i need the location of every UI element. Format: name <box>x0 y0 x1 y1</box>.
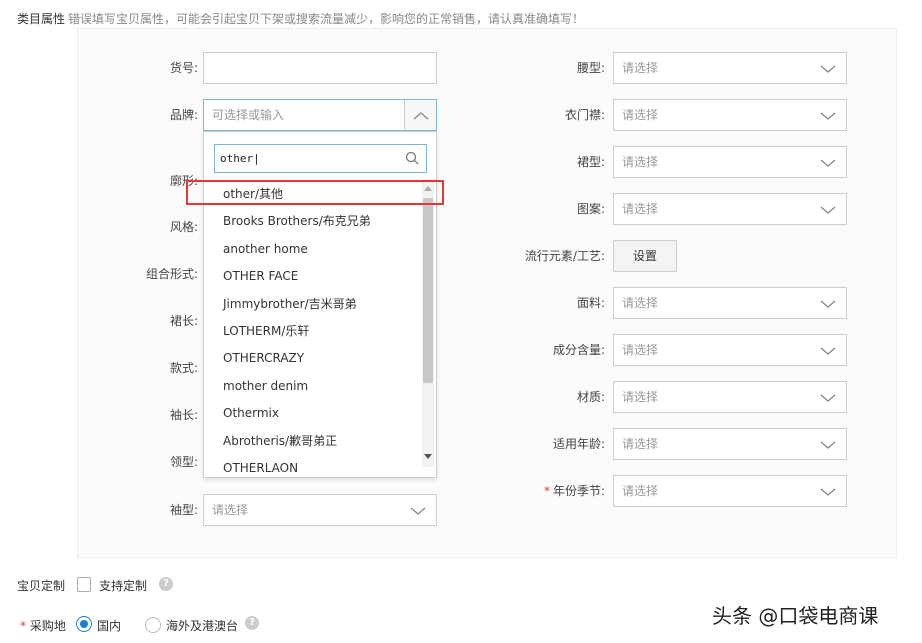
watermark: 头条 @口袋电商课 <box>712 604 879 628</box>
select-placeholder: 请选择 <box>622 202 659 216</box>
attribute-select[interactable]: 请选择 <box>613 428 847 460</box>
field-label: 材质: <box>576 390 605 404</box>
attribute-select[interactable]: 请选择 <box>613 193 847 225</box>
chevron-down-icon <box>820 159 836 167</box>
select-placeholder: 请选择 <box>622 155 659 169</box>
attribute-select[interactable]: 请选择 <box>613 334 847 366</box>
field-label: 适用年龄: <box>552 437 605 451</box>
brand-toggle[interactable] <box>404 100 436 130</box>
attribute-select[interactable]: 请选择 <box>613 52 847 84</box>
field-label: 面料: <box>576 296 605 310</box>
brand-option[interactable]: Othermix <box>223 400 279 427</box>
attribute-select[interactable]: 请选择 <box>613 475 847 507</box>
brand-search-input[interactable]: other| <box>214 144 427 173</box>
field-label: 袖长: <box>169 408 198 422</box>
field-label: 领型: <box>169 455 198 469</box>
field-label: 廓形: <box>169 174 198 188</box>
scroll-down-icon[interactable] <box>424 454 432 459</box>
field-label: 裙型: <box>576 155 605 169</box>
field-label: 衣门襟: <box>564 108 605 122</box>
section-label: 类目属性 <box>17 12 66 26</box>
field-label: 货号: <box>169 61 198 75</box>
chevron-down-icon <box>820 394 836 402</box>
field-label: 品牌: <box>169 108 198 122</box>
attribute-select[interactable]: 请选择 <box>613 146 847 178</box>
radio-overseas-label: 海外及港澳台 <box>166 619 239 633</box>
brand-option[interactable]: OTHERCRAZY <box>223 345 304 372</box>
field-label: 组合形式: <box>145 267 198 281</box>
chevron-down-icon <box>820 300 836 308</box>
select-placeholder: 请选择 <box>622 437 659 451</box>
search-icon <box>405 151 419 165</box>
radio-domestic[interactable] <box>76 616 92 632</box>
brand-option[interactable]: LOTHERM/乐轩 <box>223 318 309 345</box>
customize-label: 宝贝定制 <box>17 579 66 593</box>
chevron-down-icon <box>820 65 836 73</box>
select-placeholder: 请选择 <box>622 343 659 357</box>
chevron-down-icon <box>820 441 836 449</box>
chevron-up-icon <box>413 112 429 120</box>
item-number-input[interactable] <box>203 52 437 84</box>
brand-option[interactable]: mother denim <box>223 373 308 400</box>
chevron-down-icon <box>410 507 426 515</box>
chevron-down-icon <box>820 112 836 120</box>
brand-placeholder: 可选择或输入 <box>212 108 285 122</box>
required-mark: * <box>20 619 26 633</box>
chevron-down-icon <box>820 488 836 496</box>
attribute-select[interactable]: 请选择 <box>613 381 847 413</box>
help-icon[interactable]: ? <box>245 616 259 630</box>
select-placeholder: 请选择 <box>622 484 659 498</box>
field-label: 裙长: <box>169 314 198 328</box>
chevron-down-icon <box>820 347 836 355</box>
select-placeholder: 请选择 <box>622 108 659 122</box>
select-placeholder: 请选择 <box>622 296 659 310</box>
brand-option[interactable]: OTHERLAON <box>223 455 298 477</box>
field-label: 风格: <box>169 220 198 234</box>
select-placeholder: 请选择 <box>622 390 659 404</box>
field-label: 图案: <box>576 202 605 216</box>
brand-option[interactable]: Jimmybrother/吉米哥弟 <box>223 291 357 318</box>
section-hint: 错误填写宝贝属性，可能会引起宝贝下架或搜索流量减少，影响您的正常销售，请认真准确… <box>68 12 585 26</box>
select-placeholder: 请选择 <box>622 61 659 75</box>
field-label: * 年份季节: <box>543 484 605 498</box>
brand-option[interactable]: Abrotheris/歉哥弟正 <box>223 428 337 455</box>
attribute-select[interactable]: 请选择 <box>613 287 847 319</box>
radio-overseas[interactable] <box>145 617 161 633</box>
brand-option[interactable]: OTHER FACE <box>223 263 298 290</box>
field-label: 袖型: <box>169 503 198 517</box>
attribute-select[interactable]: 请选择 <box>613 99 847 131</box>
settings-button[interactable]: 设置 <box>613 240 677 272</box>
customize-checkbox[interactable] <box>77 577 91 592</box>
sleeve-type-select[interactable]: 请选择 <box>203 494 437 526</box>
scrollbar-thumb[interactable] <box>423 198 433 383</box>
customize-checkbox-label: 支持定制 <box>99 579 148 593</box>
select-placeholder: 请选择 <box>212 503 249 517</box>
field-label: 腰型: <box>576 61 605 75</box>
brand-option[interactable]: Brooks Brothers/布克兄弟 <box>223 208 371 235</box>
field-label: 款式: <box>169 361 198 375</box>
field-label: 流行元素/工艺: <box>524 249 605 263</box>
chevron-down-icon <box>820 206 836 214</box>
highlight-box <box>186 180 444 205</box>
help-icon[interactable]: ? <box>159 577 173 591</box>
brand-search-value: other| <box>220 152 260 165</box>
purchase-label: 采购地 <box>29 619 66 633</box>
brand-option[interactable]: another home <box>223 236 308 263</box>
brand-select[interactable]: 可选择或输入 <box>203 99 437 131</box>
field-label: 成分含量: <box>552 343 605 357</box>
radio-domestic-label: 国内 <box>97 619 122 633</box>
